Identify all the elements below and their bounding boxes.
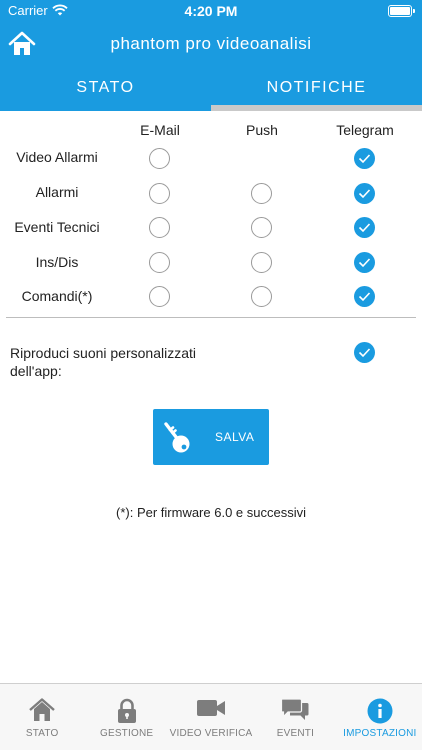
allarmi-push-radio[interactable] — [251, 183, 272, 204]
column-header-telegram: Telegram — [336, 122, 394, 138]
nav-label: VIDEO VERIFICA — [169, 728, 253, 739]
comandi-telegram-check[interactable] — [354, 286, 375, 307]
row-label-comandi: Comandi(*) — [21, 288, 93, 304]
comandi-push-radio[interactable] — [251, 286, 272, 307]
checkmark-icon — [358, 348, 371, 358]
chat-bubbles-icon — [281, 698, 309, 720]
row-label-allarmi: Allarmi — [35, 184, 79, 200]
ins-dis-telegram-check[interactable] — [354, 252, 375, 273]
home-icon — [29, 698, 55, 721]
firmware-footnote: (*): Per firmware 6.0 e successivi — [116, 505, 306, 520]
checkmark-icon — [358, 189, 371, 199]
row-label-ins-dis: Ins/Dis — [35, 254, 79, 270]
video-allarmi-email-radio[interactable] — [149, 148, 170, 169]
video-allarmi-telegram-check[interactable] — [354, 148, 375, 169]
checkmark-icon — [358, 258, 371, 268]
eventi-tecnici-telegram-check[interactable] — [354, 217, 375, 238]
checkmark-icon — [358, 154, 371, 164]
custom-sounds-label: Riproduci suoni personalizzati dell'app: — [10, 345, 196, 379]
column-header-push: Push — [246, 122, 278, 138]
nav-item-gestione[interactable]: GESTIONE — [84, 684, 168, 750]
video-camera-icon — [197, 700, 226, 716]
eventi-tecnici-email-radio[interactable] — [149, 217, 170, 238]
nav-label: GESTIONE — [99, 728, 154, 739]
nav-item-stato[interactable]: STATO — [0, 684, 84, 750]
comandi-email-radio[interactable] — [149, 286, 170, 307]
tab-notifiche[interactable]: NOTIFICHE — [211, 66, 422, 111]
checkmark-icon — [358, 292, 371, 302]
key-icon — [164, 422, 190, 453]
allarmi-telegram-check[interactable] — [354, 183, 375, 204]
row-label-video-allarmi: Video Allarmi — [16, 149, 98, 165]
nav-item-impostazioni[interactable]: IMPOSTAZIONI — [338, 684, 422, 750]
nav-label: STATO — [25, 728, 59, 739]
app-header: phantom pro videoanalisi — [0, 22, 422, 66]
clock: 4:20 PM — [184, 3, 238, 19]
ins-dis-email-radio[interactable] — [149, 252, 170, 273]
nav-label: IMPOSTAZIONI — [343, 728, 417, 739]
nav-item-eventi[interactable]: EVENTI — [253, 684, 337, 750]
eventi-tecnici-push-radio[interactable] — [251, 217, 272, 238]
app-title: phantom pro videoanalisi — [110, 34, 312, 53]
battery-icon — [388, 5, 415, 17]
save-button-label: SALVA — [215, 430, 255, 444]
nav-label: EVENTI — [276, 728, 315, 739]
tab-bar: STATO NOTIFICHE — [0, 66, 422, 111]
tab-stato[interactable]: STATO — [0, 66, 211, 111]
bottom-nav: STATO GESTIONE VIDEO VERIFICA EVENTI IMP… — [0, 683, 422, 750]
save-button[interactable]: SALVA — [153, 409, 269, 465]
status-bar: Carrier 4:20 PM — [0, 0, 422, 22]
row-label-eventi-tecnici: Eventi Tecnici — [14, 219, 100, 235]
allarmi-email-radio[interactable] — [149, 183, 170, 204]
ins-dis-push-radio[interactable] — [251, 252, 272, 273]
checkmark-icon — [358, 223, 371, 233]
column-header-email: E-Mail — [140, 122, 180, 138]
nav-item-video-verifica[interactable]: VIDEO VERIFICA — [169, 684, 253, 750]
lock-icon — [117, 698, 136, 723]
section-divider — [6, 317, 416, 318]
info-icon — [367, 698, 393, 724]
custom-sounds-check[interactable] — [354, 342, 375, 363]
